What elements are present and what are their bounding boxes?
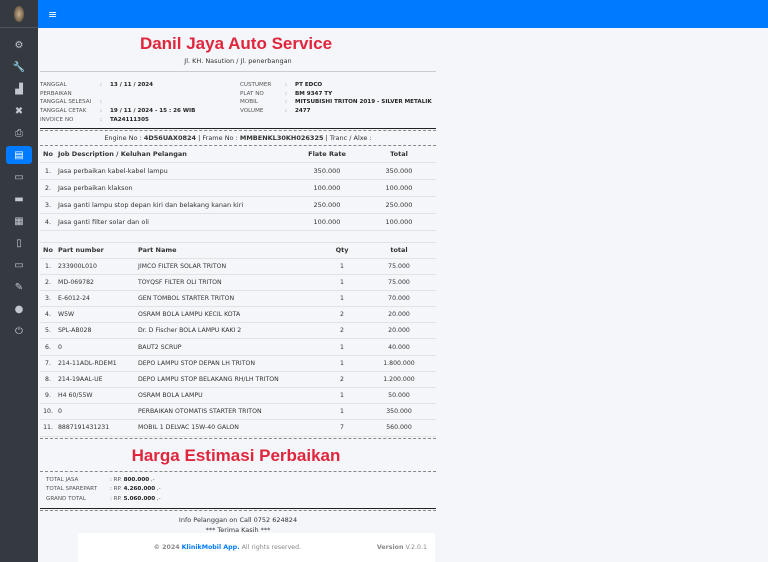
box-icon[interactable]: ▬ — [6, 190, 32, 208]
part-row: 1. 233900L010 JIMCO FILTER SOLAR TRITON 1 75… — [40, 258, 436, 275]
truck-loading-icon[interactable]: ▟ — [6, 80, 32, 98]
part-row: 4. W5W OSRAM BOLA LAMPU KECIL KOTA 2 20.000 — [40, 306, 436, 324]
info-row: TANGGAL PERBAIKAN:13 / 11 / 2024 — [40, 82, 154, 97]
job-row: 2. Jasa perbaikan klakson 100.000 100.000 — [40, 179, 436, 198]
wrench-icon[interactable]: 🔧 — [6, 58, 32, 76]
job-row: 3. Jasa ganti lampu stop depan kiri dan b… — [40, 196, 436, 215]
part-row: 10. 0 PERBAIKAN OTOMATIS STARTER TRITON 1 35… — [40, 403, 436, 421]
page-footer: © 2024 KlinikMobil App. All rights reser… — [78, 533, 435, 562]
invoice-receipt: Danil Jaya Auto Service Jl. KH. Nasution… — [40, 28, 436, 535]
company-title: Danil Jaya Auto Service — [139, 34, 333, 53]
menu-toggle-icon[interactable]: ≡ — [48, 8, 57, 21]
info-row: TANGGAL CETAK:19 / 11 / 2024 - 15 : 26 W… — [40, 108, 196, 115]
info-row: CUSTUMER: PT EDCO — [240, 82, 323, 88]
part-row: 2. MD-069782 TOYQSF FILTER OLI TRITON 1 75.0… — [40, 274, 436, 291]
job-row: 4. Jasa ganti filter solar dan oli 100.000… — [40, 213, 436, 232]
print-icon[interactable]: ⎙ — [6, 124, 32, 142]
info-row: VOLUME:2477 — [240, 108, 311, 115]
part-row: 8. 214-19AAL-UE DEPO LAMPU STOP BELAKANG R… — [40, 371, 436, 389]
part-row: 9. H4 60/55W OSRAM BOLA LAMPU 1 50.000 — [40, 387, 436, 405]
file-import-icon[interactable]: ▯ — [6, 234, 32, 252]
total-row: GRAND TOTAL: RP. 5.060.000 ,- — [46, 495, 161, 502]
part-row: 5. SPL-AB028 Dr. D Fischer BOLA LAMPU KAKI… — [40, 322, 436, 340]
divider — [40, 127, 436, 129]
part-row: 7. 214-11ADL-RDEM1 DEPO LAMPU STOP DEPAN L… — [40, 355, 436, 372]
customer-info: Info Pelanggan on Call 0752 624824 — [178, 516, 298, 525]
file-signature-icon[interactable]: ✎ — [6, 278, 32, 296]
gears-icon[interactable]: ⚙ — [6, 36, 32, 54]
user-avatar[interactable] — [0, 0, 38, 28]
part-row: 11. 8887191431231 MOBIL 1 DELVAC 15W-40 GA… — [40, 419, 436, 437]
info-row: PLAT NO: BM 9347 TY — [240, 90, 333, 97]
invoice-info: TANGGAL PERBAIKAN:13 / 11 / 2024 TANGGAL … — [40, 81, 436, 125]
brand-link[interactable]: KlinikMobil App. — [182, 544, 240, 551]
tools-icon[interactable]: ✖ — [6, 102, 32, 120]
company-address: Jl. KH. Nasution / Jl. penerbangan — [184, 57, 292, 65]
user-cog-icon[interactable]: ● — [6, 300, 32, 318]
boxes-icon[interactable]: ▦ — [6, 212, 32, 230]
totals: TOTAL JASA: RP. 800.000 ,- TOTAL SPAREPAR… — [40, 472, 436, 509]
job-row: 1. Jasa perbaikan kabel-kabel lampu 350.00… — [40, 162, 436, 181]
top-navbar: ≡ — [38, 0, 768, 28]
part-row: 3. E-6012-24 GEN TOMBOL STARTER TRITON 1 70.… — [40, 290, 436, 308]
power-off-icon[interactable]: ⏻ — [6, 322, 32, 340]
parts-table: No Part number Part Name Qty total 1. 233… — [40, 243, 436, 437]
total-row: TOTAL SPAREPART: RP. 4.260.000 ,- — [46, 486, 161, 493]
file-invoice-icon[interactable]: ▤ — [6, 146, 32, 164]
estimate-title: Harga Estimasi Perbaikan — [131, 445, 341, 465]
total-row: TOTAL JASA: RP. 800.000 ,- — [46, 476, 155, 483]
info-row: TANGGAL SELESAI: — [40, 99, 102, 106]
info-row: MOBIL: MITSUBISHI TRITON 2019 - SILVER ME… — [240, 99, 432, 106]
part-row: 6. 0 BAUT2 SCRUP 1 40.000 — [40, 338, 436, 356]
jobs-table: No Job Description / Keluhan Pelangan Fl… — [40, 145, 436, 232]
info-row: INVOICE NO: TA24111305 — [40, 116, 149, 123]
store-icon[interactable]: ▭ — [6, 256, 32, 274]
scroll-icon[interactable]: ▭ — [6, 168, 32, 186]
sidebar: ⚙ 🔧 ▟ ✖ ⎙ ▤ ▭ ▬ ▦ ▯ ▭ ✎ ● ⏻ — [0, 0, 38, 562]
engine-info: Engine No : 4D56UAX0824 | Frame No : MMB… — [104, 133, 372, 142]
